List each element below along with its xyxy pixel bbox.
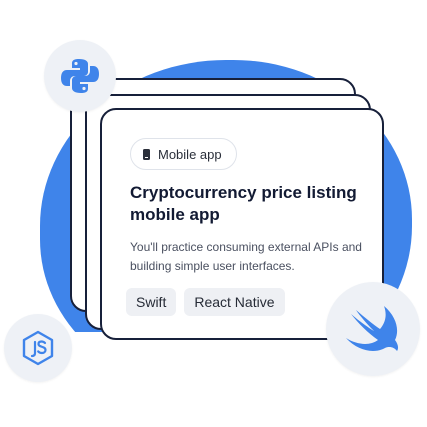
nodejs-icon: [22, 330, 54, 366]
project-description: You'll practice consuming external APIs …: [130, 240, 362, 273]
category-label: Mobile app: [158, 146, 222, 162]
tag-react-native: React Native: [184, 288, 285, 316]
swift-icon: [346, 306, 399, 351]
python-icon: [61, 59, 99, 93]
tech-tags: Swift React Native: [126, 288, 285, 316]
python-badge: [44, 40, 116, 112]
swift-badge: [326, 282, 420, 376]
category-pill: Mobile app: [130, 138, 237, 170]
project-title: Cryptocurrency price listing mobile app: [130, 183, 357, 224]
nodejs-badge: [4, 314, 72, 382]
tag-swift: Swift: [126, 288, 177, 316]
phone-icon: [143, 148, 150, 160]
